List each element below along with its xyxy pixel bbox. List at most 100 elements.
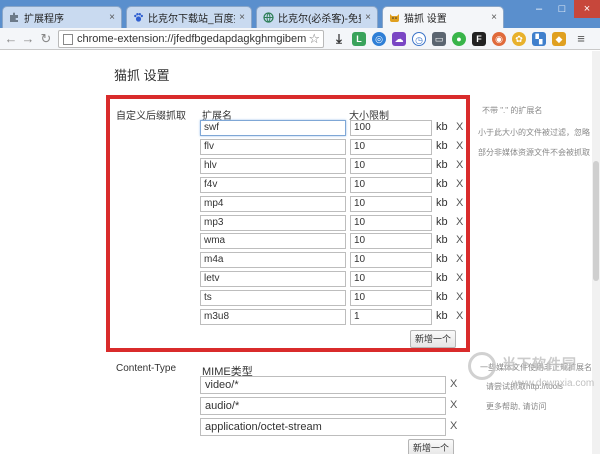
extension-input[interactable]: swf (200, 120, 346, 136)
add-mime-button[interactable]: 新增一个 (408, 439, 454, 454)
back-icon[interactable]: ← (3, 31, 19, 47)
extension-wechat-icon[interactable]: ● (452, 32, 466, 46)
size-limit-input[interactable]: 10 (350, 290, 432, 306)
scrollbar-thumb[interactable] (593, 161, 599, 281)
size-limit-input[interactable]: 10 (350, 158, 432, 174)
reload-icon[interactable]: ↻ (38, 31, 54, 47)
unit-label: kb (436, 178, 448, 190)
minimize-icon[interactable]: – (528, 0, 550, 18)
extension-blue-icon[interactable]: ◎ (372, 32, 386, 46)
extension-clock-icon[interactable]: ◷ (412, 32, 426, 46)
delete-row-button[interactable]: X (456, 310, 463, 322)
extension-dark-icon[interactable]: F (472, 32, 486, 46)
unit-label: kb (436, 159, 448, 171)
delete-row-button[interactable]: X (456, 140, 463, 152)
address-bar-url: chrome-extension://jfedfbgedapdagkghmgib… (77, 33, 307, 45)
add-suffix-button[interactable]: 新增一个 (410, 330, 456, 348)
extension-chart-icon[interactable]: ▚ (532, 32, 546, 46)
bookmark-star-icon[interactable]: ☆ (308, 31, 320, 47)
watermark-logo: 当下软件园 www.downxia.com (466, 346, 594, 402)
paw-icon (133, 12, 144, 23)
suffix-section-label: 自定义后缀抓取 (116, 111, 186, 122)
delete-row-button[interactable]: X (456, 253, 463, 265)
tab-cat-settings[interactable]: 猫抓 设置 × (382, 6, 504, 28)
tab-close-icon[interactable]: × (491, 12, 497, 23)
hint-extension: 不带 "." 的扩展名 (482, 106, 543, 115)
page-icon (63, 34, 73, 45)
unit-label: kb (436, 216, 448, 228)
globe-icon (263, 12, 274, 23)
delete-mime-button[interactable]: X (450, 378, 457, 390)
size-limit-input[interactable]: 10 (350, 139, 432, 155)
extension-input[interactable]: ts (200, 290, 346, 306)
tab-extensions[interactable]: 扩展程序 × (2, 6, 122, 28)
extension-input[interactable]: m4a (200, 252, 346, 268)
extension-screen-icon[interactable]: ▭ (432, 32, 446, 46)
unit-label: kb (436, 310, 448, 322)
suffix-row: ts 10 kb X (200, 290, 470, 308)
size-limit-input[interactable]: 10 (350, 196, 432, 212)
extension-input[interactable]: mp3 (200, 215, 346, 231)
extension-input[interactable]: flv (200, 139, 346, 155)
delete-mime-button[interactable]: X (450, 420, 457, 432)
extension-avatar-icon[interactable]: ◉ (492, 32, 506, 46)
delete-row-button[interactable]: X (456, 178, 463, 190)
size-limit-input[interactable]: 10 (350, 252, 432, 268)
page-title: 猫抓 设置 (114, 68, 170, 83)
size-limit-input[interactable]: 10 (350, 177, 432, 193)
unit-label: kb (436, 197, 448, 209)
maximize-icon[interactable]: □ (551, 0, 573, 18)
tab-close-icon[interactable]: × (365, 12, 371, 23)
mime-type-input[interactable]: application/octet-stream (200, 418, 446, 436)
unit-label: kb (436, 253, 448, 265)
tab-bikeer[interactable]: 比克尔(必杀客)-免费、绿色 × (256, 6, 378, 28)
delete-row-button[interactable]: X (456, 272, 463, 284)
delete-row-button[interactable]: X (456, 291, 463, 303)
browser-window: 扩展程序 × 比克尔下载站_百度搜索 × 比克尔(必杀客)-免费、绿色 × 猫抓… (0, 0, 600, 454)
menu-icon[interactable]: ≡ (574, 32, 588, 46)
delete-row-button[interactable]: X (456, 159, 463, 171)
hint-size: 小于此大小的文件被过滤，忽略 (478, 128, 590, 137)
extension-input[interactable]: hlv (200, 158, 346, 174)
suffix-row: f4v 10 kb X (200, 177, 470, 195)
delete-row-button[interactable]: X (456, 197, 463, 209)
tab-close-icon[interactable]: × (109, 12, 115, 23)
size-limit-input[interactable]: 10 (350, 271, 432, 287)
size-limit-input[interactable]: 10 (350, 233, 432, 249)
mime-section-label: Content-Type (116, 363, 177, 374)
address-bar[interactable]: chrome-extension://jfedfbgedapdagkghmgib… (58, 30, 324, 48)
unit-label: kb (436, 272, 448, 284)
cat-icon (389, 12, 400, 23)
extension-green-icon[interactable]: L (352, 32, 366, 46)
download-icon[interactable]: ⤓ (332, 32, 346, 46)
tab-close-icon[interactable]: × (239, 12, 245, 23)
delete-row-button[interactable]: X (456, 121, 463, 133)
unit-label: kb (436, 140, 448, 152)
delete-row-button[interactable]: X (456, 216, 463, 228)
suffix-row: swf 100 kb X (200, 120, 470, 138)
suffix-row: hlv 10 kb X (200, 158, 470, 176)
watermark-text: 当下软件园 (502, 356, 577, 372)
extension-purple-icon[interactable]: ☁ (392, 32, 406, 46)
extension-input[interactable]: mp4 (200, 196, 346, 212)
delete-row-button[interactable]: X (456, 234, 463, 246)
extension-input[interactable]: letv (200, 271, 346, 287)
mime-type-input[interactable]: video/* (200, 376, 446, 394)
tab-label: 猫抓 设置 (404, 14, 447, 25)
watermark-url: www.downxia.com (512, 378, 595, 389)
mime-row: audio/* X (200, 397, 470, 415)
extension-input[interactable]: f4v (200, 177, 346, 193)
size-limit-input[interactable]: 100 (350, 120, 432, 136)
close-window-icon[interactable]: × (574, 0, 600, 18)
puzzle-icon (9, 12, 20, 23)
extension-input[interactable]: wma (200, 233, 346, 249)
cat-extension-icon[interactable]: ◆ (552, 32, 566, 46)
forward-icon[interactable]: → (20, 31, 36, 47)
tab-baidu-search[interactable]: 比克尔下载站_百度搜索 × (126, 6, 252, 28)
delete-mime-button[interactable]: X (450, 399, 457, 411)
size-limit-input[interactable]: 10 (350, 215, 432, 231)
extension-input[interactable]: m3u8 (200, 309, 346, 325)
extension-swirl-icon[interactable]: ✿ (512, 32, 526, 46)
size-limit-input[interactable]: 1 (350, 309, 432, 325)
mime-type-input[interactable]: audio/* (200, 397, 446, 415)
